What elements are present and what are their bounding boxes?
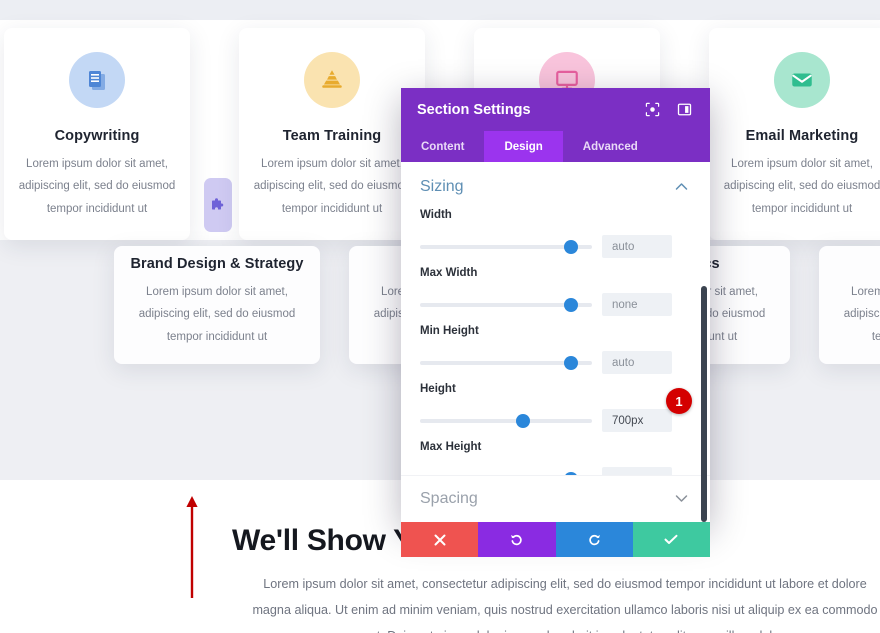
tab-design[interactable]: Design xyxy=(484,131,563,162)
panel-action-bar[interactable] xyxy=(401,522,710,557)
panel-header: Section Settings xyxy=(401,88,710,131)
card-title: Consulting xyxy=(819,256,880,272)
spacing-section-header[interactable]: Spacing xyxy=(401,475,710,522)
page-band-top xyxy=(0,0,880,20)
width-input[interactable]: auto xyxy=(602,235,672,258)
field-label: Max Width xyxy=(420,267,478,279)
panel-scrollbar[interactable] xyxy=(701,286,707,522)
width-slider[interactable] xyxy=(420,239,592,254)
min-height-slider[interactable] xyxy=(420,355,592,370)
puzzle-chip xyxy=(204,178,232,232)
service-card[interactable]: Consulting Lorem ipsum dolor sit amet, a… xyxy=(819,246,880,364)
undo-button[interactable] xyxy=(478,522,556,557)
card-title: Brand Design & Strategy xyxy=(130,256,304,272)
height-slider[interactable] xyxy=(420,413,592,428)
min-height-input[interactable]: auto xyxy=(602,351,672,374)
card-text: Lorem ipsum dolor sit amet, adipiscing e… xyxy=(253,158,411,215)
max-width-slider[interactable] xyxy=(420,297,592,312)
puzzle-icon xyxy=(212,198,224,210)
sizing-section-title: Sizing xyxy=(420,178,464,195)
max-width-input[interactable]: none xyxy=(602,293,672,316)
field-min-height: Min Height auto xyxy=(401,316,710,374)
field-label: Width xyxy=(420,209,452,221)
chevron-down-icon[interactable] xyxy=(675,490,688,508)
service-card[interactable]: Brand Design & Strategy Lorem ipsum dolo… xyxy=(114,246,320,364)
close-icon xyxy=(434,534,446,545)
tab-content[interactable]: Content xyxy=(401,131,484,162)
page-body-copy: Lorem ipsum dolor sit amet, consectetur … xyxy=(252,577,878,633)
card-text: Lorem ipsum dolor sit amet, adipiscing e… xyxy=(723,158,880,215)
redo-button[interactable] xyxy=(555,522,633,557)
chevron-up-icon[interactable] xyxy=(675,178,688,196)
cancel-button[interactable] xyxy=(401,522,479,557)
document-icon xyxy=(69,52,125,108)
envelope-icon xyxy=(774,52,830,108)
card-title: Copywriting xyxy=(54,128,140,144)
cone-icon xyxy=(304,52,360,108)
service-card[interactable]: Email Marketing Lorem ipsum dolor sit am… xyxy=(709,28,880,240)
sizing-section-header[interactable]: Sizing xyxy=(401,162,710,200)
card-text: Lorem ipsum dolor sit amet, adipiscing e… xyxy=(18,158,176,215)
field-label: Max Height xyxy=(420,441,482,453)
spacing-section-title: Spacing xyxy=(420,490,478,507)
service-card[interactable]: Team Training Lorem ipsum dolor sit amet… xyxy=(239,28,425,240)
field-label: Height xyxy=(420,383,456,395)
height-input[interactable]: 700px xyxy=(602,409,672,432)
card-title: Team Training xyxy=(282,128,382,144)
focus-icon[interactable] xyxy=(642,100,662,120)
card-text: Lorem ipsum dolor sit amet, adipiscing e… xyxy=(843,286,880,343)
annotation-arrow xyxy=(185,494,199,598)
annotation-badge-1: 1 xyxy=(666,388,692,414)
field-label: Min Height xyxy=(420,325,479,337)
service-card[interactable]: Copywriting Lorem ipsum dolor sit amet, … xyxy=(4,28,190,240)
section-settings-panel[interactable]: Section Settings Content Design Advanced xyxy=(401,88,710,522)
tab-advanced[interactable]: Advanced xyxy=(563,131,658,162)
save-button[interactable] xyxy=(632,522,710,557)
panel-title: Section Settings xyxy=(417,101,531,118)
checkmark-icon xyxy=(664,534,678,544)
field-max-width: Max Width none xyxy=(401,258,710,316)
card-title: Email Marketing xyxy=(745,128,859,144)
card-text: Lorem ipsum dolor sit amet, adipiscing e… xyxy=(138,286,296,343)
panel-tabs[interactable]: Content Design Advanced xyxy=(401,131,710,162)
layout-panel-icon[interactable] xyxy=(674,100,694,120)
undo-icon xyxy=(511,534,523,546)
field-height: Height 700px xyxy=(401,374,710,432)
redo-icon xyxy=(588,534,600,546)
screen-root: Copywriting Lorem ipsum dolor sit amet, … xyxy=(0,0,880,633)
panel-body: Sizing Width auto Max Width none Min Hei… xyxy=(401,162,710,522)
field-width: Width auto xyxy=(401,200,710,258)
